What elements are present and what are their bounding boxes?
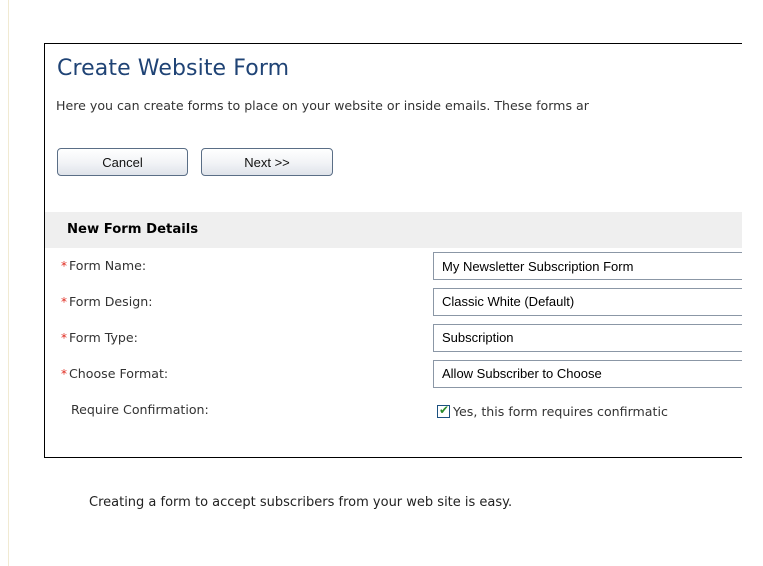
footer-note: Creating a form to accept subscribers fr… <box>89 495 513 510</box>
require-confirmation-checkbox[interactable] <box>437 403 450 418</box>
cancel-button[interactable]: Cancel <box>57 148 188 176</box>
required-marker: * <box>61 331 67 345</box>
intro-text: Here you can create forms to place on yo… <box>56 98 589 113</box>
confirmation-checkbox-label: Yes, this form requires confirmatic <box>453 404 668 419</box>
required-marker: * <box>61 259 67 273</box>
form-design-select[interactable]: Classic White (Default) <box>433 288 742 316</box>
form-type-row: * Form Type: Subscription <box>45 321 742 357</box>
choose-format-row: * Choose Format: Allow Subscriber to Choo… <box>45 357 742 393</box>
required-marker: * <box>61 367 67 381</box>
section-title: New Form Details <box>67 222 199 237</box>
form-design-row: * Form Design: Classic White (Default) <box>45 285 742 321</box>
required-marker: * <box>61 295 67 309</box>
form-name-input[interactable] <box>433 252 742 280</box>
section-header: New Form Details <box>45 212 742 248</box>
confirmation-option: Yes, this form requires confirmatic <box>437 401 668 420</box>
require-confirmation-row: Require Confirmation: Yes, this form req… <box>45 393 742 429</box>
left-divider <box>8 0 9 566</box>
page-title: Create Website Form <box>57 56 290 81</box>
form-name-row: * Form Name: <box>45 249 742 285</box>
choose-format-select[interactable]: Allow Subscriber to Choose <box>433 360 742 388</box>
form-panel: Create Website Form Here you can create … <box>44 43 742 458</box>
form-design-label: * Form Design: <box>61 294 153 309</box>
choose-format-label: * Choose Format: <box>61 366 169 381</box>
form-type-select[interactable]: Subscription <box>433 324 742 352</box>
form-type-label: * Form Type: <box>61 330 138 345</box>
require-confirmation-label: Require Confirmation: <box>71 402 209 417</box>
next-button[interactable]: Next >> <box>201 148 333 176</box>
form-name-label: * Form Name: <box>61 258 147 273</box>
